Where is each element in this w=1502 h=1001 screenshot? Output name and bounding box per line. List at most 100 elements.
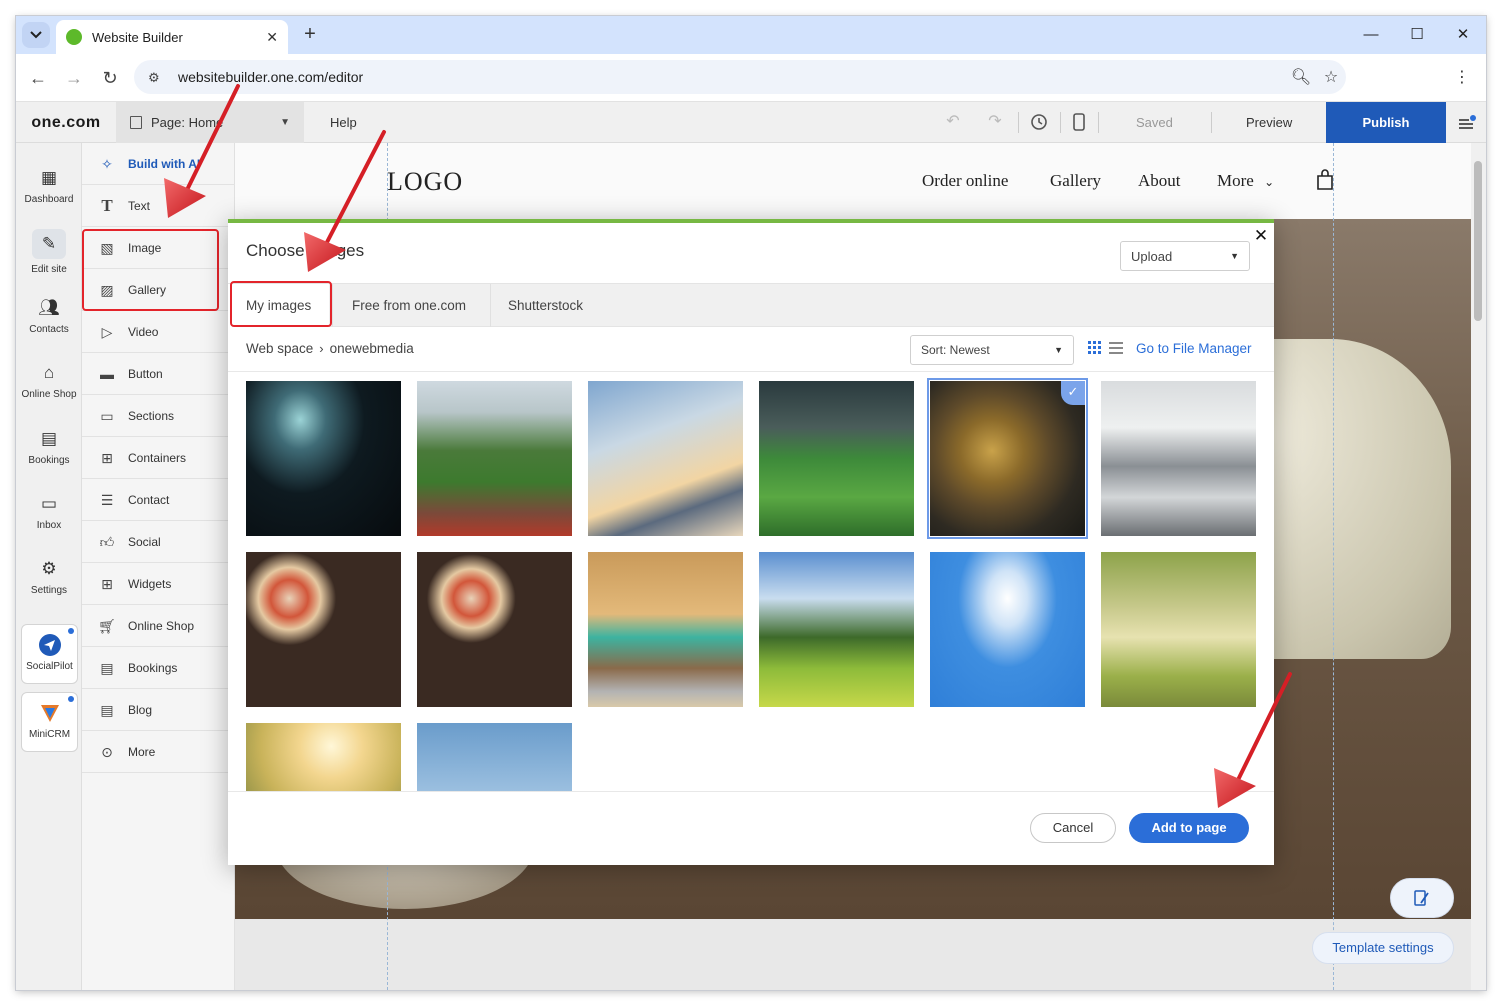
panel-item-button[interactable]: ▬ Button: [82, 353, 235, 395]
help-link[interactable]: Help: [330, 102, 357, 143]
cart-icon: 🛒︎: [98, 617, 116, 634]
list-view-icon[interactable]: [1109, 341, 1123, 355]
nav-inbox[interactable]: ▭ Inbox: [16, 493, 82, 531]
redo-icon[interactable]: ↷: [984, 111, 1006, 133]
nav-settings[interactable]: ⚙ Settings: [16, 558, 82, 596]
favicon-icon: [66, 29, 82, 45]
editor-toolbar: one.com Page: Home ▼ Help ↶ ↷ Saved Prev…: [16, 102, 1486, 143]
app-socialpilot[interactable]: SocialPilot: [21, 624, 78, 684]
panel-item-social[interactable]: 👍︎ Social: [82, 521, 235, 563]
zoom-icon[interactable]: 🔍︎: [1286, 67, 1316, 87]
url-field[interactable]: ⚙ websitebuilder.one.com/editor 🔍︎ ☆: [134, 60, 1346, 94]
site-logo[interactable]: LOGO: [387, 167, 463, 197]
blog-icon: ▤: [100, 701, 114, 718]
panel-item-build-with-ai[interactable]: ✧ Build with AI: [82, 143, 235, 185]
nav-dashboard[interactable]: ▦ Dashboard: [16, 167, 82, 205]
site-header: LOGO Order online Gallery About More ⌄: [235, 143, 1471, 219]
forward-button[interactable]: →: [62, 66, 86, 90]
reload-button[interactable]: ↻: [98, 66, 122, 90]
minimize-button[interactable]: —: [1356, 24, 1386, 46]
browser-menu-icon[interactable]: ⋮: [1454, 67, 1470, 87]
tab-free-from-one-com[interactable]: Free from one.com: [334, 284, 484, 327]
site-info-icon[interactable]: ⚙: [148, 70, 164, 85]
breadcrumb-web-space[interactable]: Web space: [246, 341, 313, 356]
nav-edit-site[interactable]: ✎ Edit site: [16, 229, 82, 275]
image-thumb[interactable]: [759, 552, 914, 707]
nav-online-shop[interactable]: ⌂ Online Shop: [16, 362, 82, 400]
toolbar-divider: [1018, 112, 1019, 133]
back-button[interactable]: ←: [26, 66, 50, 90]
image-thumb[interactable]: [588, 552, 743, 707]
history-icon[interactable]: [1028, 111, 1050, 133]
image-thumb[interactable]: [417, 723, 572, 791]
panel-item-more[interactable]: ⊙ More: [82, 731, 235, 773]
panel-item-sections[interactable]: ▭ Sections: [82, 395, 235, 437]
browser-tab[interactable]: Website Builder ✕: [56, 20, 288, 54]
panel-item-label: Build with AI: [128, 156, 201, 171]
maximize-button[interactable]: ☐: [1402, 24, 1432, 46]
cancel-button[interactable]: Cancel: [1030, 813, 1116, 843]
undo-icon[interactable]: ↶: [942, 111, 964, 133]
new-tab-button[interactable]: +: [298, 23, 322, 47]
close-icon[interactable]: ✕: [1252, 227, 1270, 245]
image-thumb[interactable]: [417, 381, 572, 536]
add-to-page-button[interactable]: Add to page: [1129, 813, 1249, 843]
image-thumb[interactable]: [246, 552, 401, 707]
publish-button[interactable]: Publish: [1326, 102, 1446, 143]
page-selector[interactable]: Page: Home ▼: [116, 102, 304, 143]
image-thumb[interactable]: [588, 381, 743, 536]
site-nav-gallery[interactable]: Gallery: [1050, 171, 1101, 191]
panel-item-online-shop[interactable]: 🛒︎ Online Shop: [82, 605, 235, 647]
image-thumb[interactable]: [246, 381, 401, 536]
panel-item-blog[interactable]: ▤ Blog: [82, 689, 235, 731]
app-minicrm[interactable]: MiniCRM: [21, 692, 78, 752]
nav-bookings[interactable]: ▤ Bookings: [16, 428, 82, 466]
close-window-button[interactable]: ✕: [1448, 24, 1478, 46]
image-thumb[interactable]: [930, 552, 1085, 707]
chevron-down-icon: ⌄: [1264, 175, 1275, 189]
panel-item-bookings[interactable]: ▤ Bookings: [82, 647, 235, 689]
image-thumb[interactable]: [417, 552, 572, 707]
sort-dropdown[interactable]: Sort: Newest ▼: [910, 335, 1074, 365]
image-thumb[interactable]: [1101, 381, 1256, 536]
mobile-view-icon[interactable]: [1068, 111, 1090, 133]
panel-item-video[interactable]: ▷ Video: [82, 311, 235, 353]
panel-item-label: Text: [128, 198, 151, 213]
preview-button[interactable]: Preview: [1246, 102, 1292, 143]
image-thumb[interactable]: [1101, 552, 1256, 707]
upload-dropdown[interactable]: Upload ▼: [1120, 241, 1250, 271]
bookmark-star-icon[interactable]: ☆: [1316, 67, 1346, 87]
image-thumb[interactable]: [246, 723, 401, 791]
breadcrumb-folder[interactable]: onewebmedia: [330, 341, 414, 356]
nav-contacts[interactable]: 👥︎ Contacts: [16, 297, 82, 335]
panel-item-text[interactable]: T Text: [82, 185, 235, 227]
grid-view-icon[interactable]: [1088, 341, 1102, 355]
image-thumb[interactable]: [759, 381, 914, 536]
browser-window: Website Builder ✕ + — ☐ ✕ ← → ↻ ⚙ websit…: [16, 16, 1486, 990]
tab-search-button[interactable]: [22, 22, 50, 48]
breadcrumb: Web space › onewebmedia: [246, 341, 414, 356]
template-settings-button[interactable]: Template settings: [1312, 932, 1454, 964]
shopping-bag-icon[interactable]: [1315, 169, 1335, 191]
edit-style-button[interactable]: [1390, 878, 1454, 918]
file-manager-link[interactable]: Go to File Manager: [1136, 341, 1252, 356]
elements-panel: ✧ Build with AI T Text ▧ Image ▨ Gallery ▷ Vi…: [82, 143, 235, 990]
minicrm-icon: [40, 705, 59, 722]
panel-item-label: Bookings: [128, 660, 178, 675]
text-icon: T: [101, 195, 113, 215]
site-nav-order-online[interactable]: Order online: [922, 171, 1008, 191]
panel-item-containers[interactable]: ⊞ Containers: [82, 437, 235, 479]
panel-item-widgets[interactable]: ⊞ Widgets: [82, 563, 235, 605]
panel-item-contact[interactable]: ☰ Contact: [82, 479, 235, 521]
site-nav-about[interactable]: About: [1138, 171, 1181, 191]
left-navigation: ▦ Dashboard ✎ Edit site 👥︎ Contacts ⌂ On…: [16, 143, 82, 990]
notifications-menu-icon[interactable]: [1456, 112, 1478, 134]
site-nav-more[interactable]: More ⌄: [1217, 171, 1274, 191]
tab-shutterstock[interactable]: Shutterstock: [490, 284, 601, 327]
scrollbar-thumb[interactable]: [1474, 161, 1482, 321]
nav-label: Edit site: [31, 264, 67, 275]
gear-icon: ⚙: [41, 559, 57, 578]
image-thumb-selected[interactable]: ✓: [927, 378, 1088, 539]
close-tab-icon[interactable]: ✕: [266, 29, 278, 46]
canvas-scrollbar[interactable]: [1471, 143, 1486, 990]
